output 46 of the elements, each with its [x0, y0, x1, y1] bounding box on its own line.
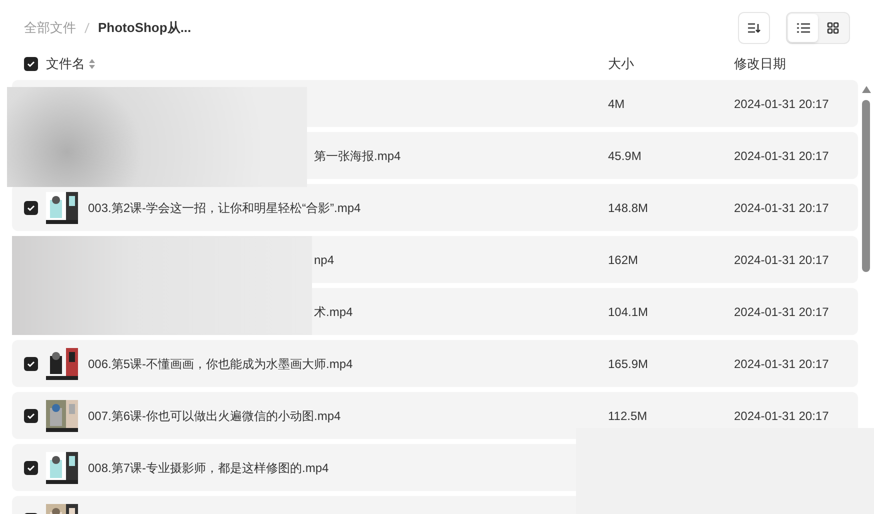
file-name: np4	[314, 252, 334, 268]
file-size: 104.1M	[608, 304, 650, 320]
breadcrumb-separator	[84, 22, 90, 34]
row-checkbox[interactable]	[24, 356, 38, 370]
row-checkbox[interactable]	[24, 460, 38, 474]
modified-date: 2024-01-31 20:17	[734, 356, 829, 372]
column-header[interactable]: 文件名	[46, 54, 85, 74]
check-icon	[27, 204, 35, 212]
check-icon	[27, 412, 35, 420]
modified-date: 2024-01-31 20:17	[734, 148, 829, 164]
modified-date: 2024-01-31 20:17	[734, 252, 829, 268]
list-icon	[796, 23, 810, 33]
file-size: 112.5M	[608, 408, 648, 424]
modified-date: 2024-01-31 20:17	[734, 408, 829, 424]
check-icon	[27, 60, 35, 68]
file-size: 4M	[608, 96, 626, 112]
file-name: 006.第5课-不懂画画，你也能成为水墨画大师.mp4	[88, 356, 353, 372]
list-view-button[interactable]	[788, 14, 818, 42]
file-size: 45.9M	[608, 148, 642, 164]
file-row[interactable]: 003.第2课-学会这一招，让你和明星轻松“合影”.mp4 148.8M 2024-01-31 20:17	[12, 184, 858, 231]
file-row[interactable]: 007.第6课-你也可以做出火遍微信的小动图.mp4 112.5M 2024-01-31 20:17	[12, 392, 858, 439]
column-header: 修改日期	[734, 55, 786, 74]
select-all-checkbox[interactable]	[24, 57, 38, 71]
file-name: 003.第2课-学会这一招，让你和明星轻松“合影”.mp4	[88, 200, 361, 216]
grid-icon	[827, 22, 839, 34]
file-name: 第一张海报.mp4	[314, 148, 401, 164]
check-icon	[27, 464, 35, 472]
sort-icon	[747, 22, 761, 34]
sort-arrows-icon[interactable]	[89, 59, 95, 69]
file-name: 术.mp4	[314, 304, 353, 320]
scroll-up-icon	[862, 86, 871, 93]
row-checkbox[interactable]	[24, 408, 38, 422]
row-checkbox[interactable]	[24, 200, 38, 214]
modified-date: 2024-01-31 20:17	[734, 304, 829, 320]
file-name: 008.第7课-专业摄影师，都是这样修图的.mp4	[88, 460, 329, 476]
file-size: 148.8M	[608, 200, 650, 216]
modified-date: 2024-01-31 20:17	[734, 200, 829, 216]
file-name: 007.第6课-你也可以做出火遍微信的小动图.mp4	[88, 408, 341, 424]
modified-date: 2024-01-31 20:17	[734, 96, 829, 112]
file-size: 162M	[608, 252, 640, 268]
column-header: 大小	[608, 55, 634, 74]
check-icon	[27, 360, 35, 368]
breadcrumb-link[interactable]: PhotoShop从...	[98, 18, 192, 38]
file-row[interactable]: 006.第5课-不懂画画，你也能成为水墨画大师.mp4 165.9M 2024-01-31 20:17	[12, 340, 858, 387]
sort-button[interactable]	[738, 12, 770, 44]
file-size: 165.9M	[608, 356, 650, 372]
